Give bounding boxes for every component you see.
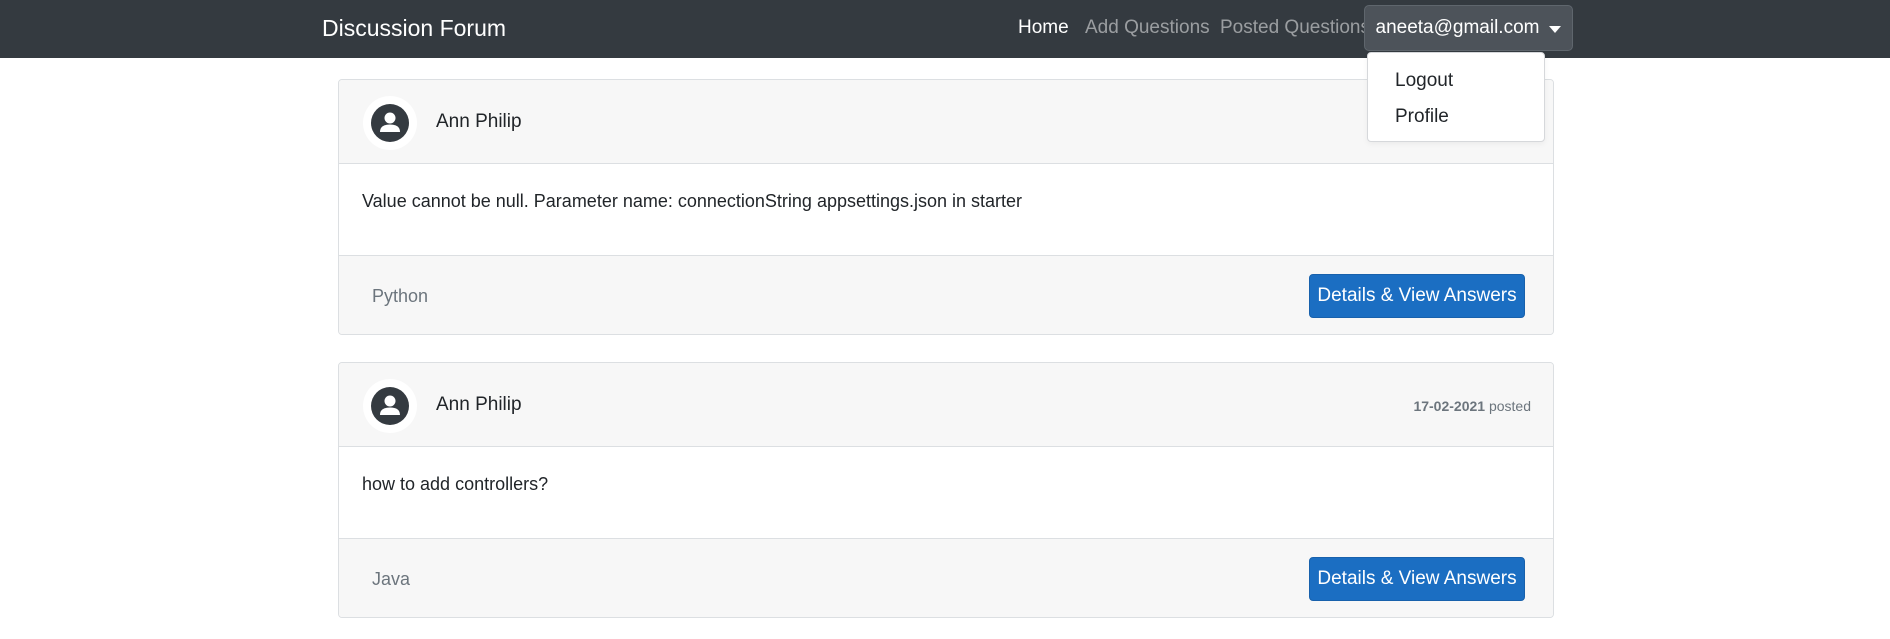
top-navbar: Discussion Forum Home Add Questions Post… bbox=[0, 0, 1890, 58]
nav-link-posted-questions[interactable]: Posted Questions bbox=[1220, 16, 1370, 40]
dropdown-item-profile[interactable]: Profile bbox=[1395, 105, 1449, 129]
user-circle-icon bbox=[363, 379, 417, 433]
question-text: Value cannot be null. Parameter name: co… bbox=[362, 191, 1023, 211]
user-dropdown-menu: Logout Profile bbox=[1367, 52, 1545, 142]
dropdown-item-logout[interactable]: Logout bbox=[1395, 69, 1453, 93]
posted-date: 17-02-2021 posted bbox=[1413, 397, 1531, 415]
card-body: Value cannot be null. Parameter name: co… bbox=[339, 164, 1553, 255]
question-tag: Java bbox=[372, 569, 411, 589]
author-name: Ann Philip bbox=[436, 394, 522, 415]
card-body: how to add controllers? bbox=[339, 447, 1553, 538]
nav-link-home[interactable]: Home bbox=[1018, 16, 1069, 40]
question-text: how to add controllers? bbox=[362, 474, 549, 494]
posted-label: posted bbox=[1488, 398, 1531, 414]
user-circle-icon bbox=[363, 96, 417, 150]
question-card: Ann Philip 17-02-2021 posted how to add … bbox=[338, 362, 1554, 618]
card-footer: Python Details & View Answers bbox=[339, 255, 1553, 334]
card-footer: Java Details & View Answers bbox=[339, 538, 1553, 617]
post-date: 17-02-2021 bbox=[1413, 398, 1486, 414]
card-header: Ann Philip 17-02-2021 posted bbox=[339, 363, 1553, 447]
brand-title[interactable]: Discussion Forum bbox=[322, 14, 506, 42]
nav-link-add-questions[interactable]: Add Questions bbox=[1085, 16, 1210, 40]
details-view-answers-button[interactable]: Details & View Answers bbox=[1309, 557, 1525, 601]
details-view-answers-button[interactable]: Details & View Answers bbox=[1309, 274, 1525, 318]
question-tag: Python bbox=[372, 286, 429, 306]
caret-down-icon bbox=[1549, 25, 1562, 33]
user-email: aneeta@gmail.com bbox=[1375, 17, 1540, 38]
user-dropdown-toggle[interactable]: aneeta@gmail.com bbox=[1364, 5, 1573, 51]
author-name: Ann Philip bbox=[436, 111, 522, 132]
